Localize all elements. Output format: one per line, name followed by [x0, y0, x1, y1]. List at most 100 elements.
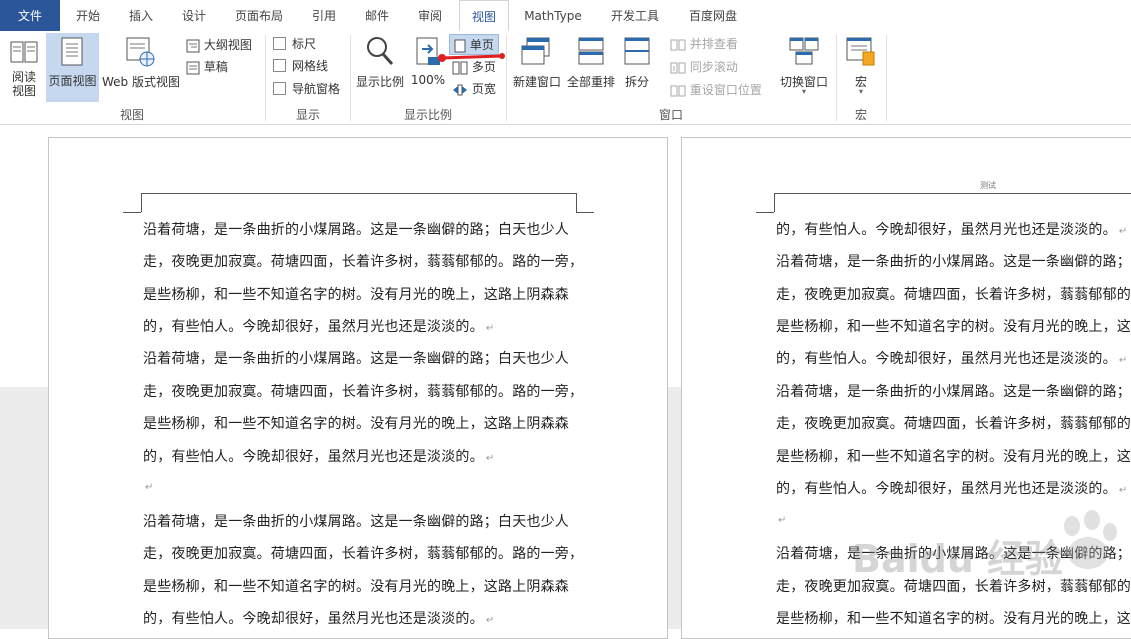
read-mode-button[interactable]: 阅读 视图: [4, 33, 44, 103]
sync-scroll-button[interactable]: 同步滚动: [670, 57, 738, 77]
outline-button[interactable]: 大纲视图: [186, 35, 252, 55]
print-layout-button[interactable]: 页面视图: [46, 33, 99, 102]
chevron-down-icon: ▾: [858, 87, 863, 96]
nav-pane-checkbox[interactable]: 导航窗格: [273, 79, 340, 99]
text-line-end: 的，有些怕人。今晚却很好，虽然月光也还是淡淡的。 ↵: [143, 316, 494, 336]
header-text: 测试: [980, 181, 996, 190]
document-area: 沿着荷塘，是一条曲折的小煤屑路。这是一条幽僻的路；白天也少人 走，夜晚更加寂寞。…: [0, 125, 1131, 639]
ribbon: 阅读 视图 页面视图 Web 版式视图 大纲视图 草稿 视图 标尺 网格线 导航…: [0, 31, 1131, 125]
side-by-side-label: 并排查看: [689, 37, 738, 51]
magnifier-icon: [367, 37, 394, 66]
text-line-end: 的，有些怕人。今晚却很好，虽然月光也还是淡淡的。 ↵: [776, 348, 1127, 368]
web-layout-icon: [126, 37, 155, 67]
macros-icon: [846, 37, 875, 66]
paragraph-mark-icon: ↵: [1118, 355, 1128, 366]
page-width-label: 页宽: [471, 82, 496, 96]
group-label-window: 窗口: [658, 108, 683, 122]
zoom-button[interactable]: 显示比例: [353, 33, 407, 103]
arrange-all-button[interactable]: 全部重排: [566, 33, 616, 103]
text-line: 是些杨柳，和一些不知道名字的树。没有月光的晚上，这路上阴森森: [143, 579, 569, 595]
page-left[interactable]: 沿着荷塘，是一条曲折的小煤屑路。这是一条幽僻的路；白天也少人 走，夜晚更加寂寞。…: [48, 137, 668, 639]
text-line: 沿着荷塘，是一条曲折的小煤屑路。这是一条幽僻的路；白天也少人: [143, 514, 569, 530]
outline-icon: [186, 39, 200, 52]
paragraph-mark-icon: ↵: [778, 515, 787, 526]
macros-button[interactable]: 宏 ▾: [840, 33, 882, 103]
text-line-content: 的，有些怕人。今晚却很好，虽然月光也还是淡淡的。: [776, 481, 1117, 497]
paragraph-mark-icon: ↵: [1118, 485, 1128, 496]
watermark: Baidu 经验: [852, 510, 1117, 598]
paragraph-mark-icon: ↵: [1118, 226, 1128, 237]
text-line-content: 的，有些怕人。今晚却很好，虽然月光也还是淡淡的。: [143, 611, 484, 627]
draft-button[interactable]: 草稿: [186, 57, 228, 77]
text-line-content: 的，有些怕人。今晚却很好，虽然月光也还是淡淡的。: [776, 351, 1117, 367]
page-width-button[interactable]: 页宽: [452, 79, 496, 99]
ribbon-tab-bar: 文件 开始 插入 设计 页面布局 引用 邮件 审阅 视图 MathType 开发…: [0, 0, 1131, 32]
tab-file[interactable]: 文件: [0, 0, 60, 31]
tab-home[interactable]: 开始: [62, 0, 114, 31]
split-icon: [624, 37, 650, 65]
tab-developer[interactable]: 开发工具: [598, 0, 672, 31]
web-layout-label: Web 版式视图: [102, 75, 180, 89]
tab-design[interactable]: 设计: [168, 0, 220, 31]
gridlines-checkbox[interactable]: 网格线: [273, 56, 328, 76]
nav-pane-label: 导航窗格: [292, 82, 341, 96]
group-separator: [886, 35, 887, 121]
side-by-side-icon: [670, 39, 686, 50]
sync-scroll-label: 同步滚动: [689, 60, 738, 74]
tab-insert[interactable]: 插入: [115, 0, 167, 31]
margin-mark: [123, 212, 141, 213]
text-line-content: 的，有些怕人。今晚却很好，虽然月光也还是淡淡的。: [143, 449, 484, 465]
text-line: 沿着荷塘，是一条曲折的小煤屑路。这是一条幽僻的路；白天也少人: [143, 222, 569, 238]
tab-view[interactable]: 视图: [459, 0, 509, 31]
group-label-zoom: 显示比例: [403, 108, 452, 122]
header-corner-mark: [576, 193, 577, 212]
tab-references[interactable]: 引用: [298, 0, 350, 31]
chevron-down-icon: ▾: [801, 87, 806, 96]
text-line: 沿着荷塘，是一条曲折的小煤屑路。这是一条幽僻的路；: [776, 254, 1131, 270]
reset-window-position-button[interactable]: 重设窗口位置: [670, 80, 762, 100]
new-window-button[interactable]: 新建窗口: [510, 33, 564, 103]
side-by-side-button[interactable]: 并排查看: [670, 34, 738, 54]
checkbox-icon: [273, 82, 286, 95]
margin-mark: [576, 212, 594, 213]
empty-paragraph: ↵: [776, 511, 787, 527]
tab-page-layout[interactable]: 页面布局: [224, 0, 294, 31]
zoom-100-button[interactable]: 100%: [409, 33, 447, 103]
text-line: 走，夜晚更加寂寞。荷塘四面，长着许多树，蓊蓊郁郁的。路的一旁，: [143, 546, 584, 562]
header-corner-mark: [141, 193, 142, 212]
outline-label: 大纲视图: [203, 38, 252, 52]
split-label: 拆分: [624, 75, 649, 89]
text-line-content: 的，有些怕人。今晚却很好，虽然月光也还是淡淡的。: [143, 319, 484, 335]
ruler-checkbox[interactable]: 标尺: [273, 34, 316, 54]
paragraph-mark-icon: ↵: [485, 323, 495, 334]
tab-mailings[interactable]: 邮件: [351, 0, 403, 31]
new-window-icon: [521, 37, 550, 65]
new-window-label: 新建窗口: [512, 75, 561, 89]
header-border: [141, 193, 577, 194]
text-line-end: 的，有些怕人。今晚却很好，虽然月光也还是淡淡的。 ↵: [143, 608, 494, 628]
tab-mathtype[interactable]: MathType: [512, 0, 594, 31]
page-right[interactable]: 测试 的，有些怕人。今晚却很好，虽然月光也还是淡淡的。 ↵ 沿着荷塘，是一条曲折的…: [681, 137, 1131, 639]
annotation-arrow: [438, 53, 505, 62]
tab-baidu-netdisk[interactable]: 百度网盘: [676, 0, 750, 31]
web-layout-button[interactable]: Web 版式视图: [101, 33, 181, 103]
header-corner-mark: [774, 193, 775, 212]
tab-review[interactable]: 审阅: [404, 0, 456, 31]
text-line: 是些杨柳，和一些不知道名字的树。没有月光的晚上，这路上阴森森: [143, 416, 569, 432]
checkbox-icon: [273, 37, 286, 50]
text-line: 走，夜晚更加寂寞。荷塘四面，长着许多树，蓊蓊郁郁的。路的一旁，: [143, 384, 584, 400]
text-line: 是些杨柳，和一些不知道名字的树。没有月光的晚上，这路上阴森森: [143, 287, 569, 303]
text-line-end: 的，有些怕人。今晚却很好，虽然月光也还是淡淡的。 ↵: [776, 478, 1127, 498]
text-line: 走，夜晚更加寂寞。荷塘四面，长着许多树，蓊蓊郁郁的。: [776, 287, 1131, 303]
text-line: 沿着荷塘，是一条曲折的小煤屑路。这是一条幽僻的路；: [776, 384, 1131, 400]
text-line: 走，夜晚更加寂寞。荷塘四面，长着许多树，蓊蓊郁郁的。: [776, 416, 1131, 432]
print-layout-icon: [61, 37, 83, 66]
split-button[interactable]: 拆分: [618, 33, 656, 103]
paragraph-mark-icon: ↵: [145, 482, 154, 493]
switch-window-button[interactable]: 切换窗口 ▾: [775, 33, 833, 103]
reset-position-icon: [670, 85, 686, 96]
text-line: 是些杨柳，和一些不知道名字的树。没有月光的晚上，这: [776, 449, 1131, 465]
group-label-show: 显示: [295, 108, 320, 122]
read-mode-label: 阅读 视图: [11, 70, 36, 98]
zoom-label: 显示比例: [355, 75, 404, 89]
